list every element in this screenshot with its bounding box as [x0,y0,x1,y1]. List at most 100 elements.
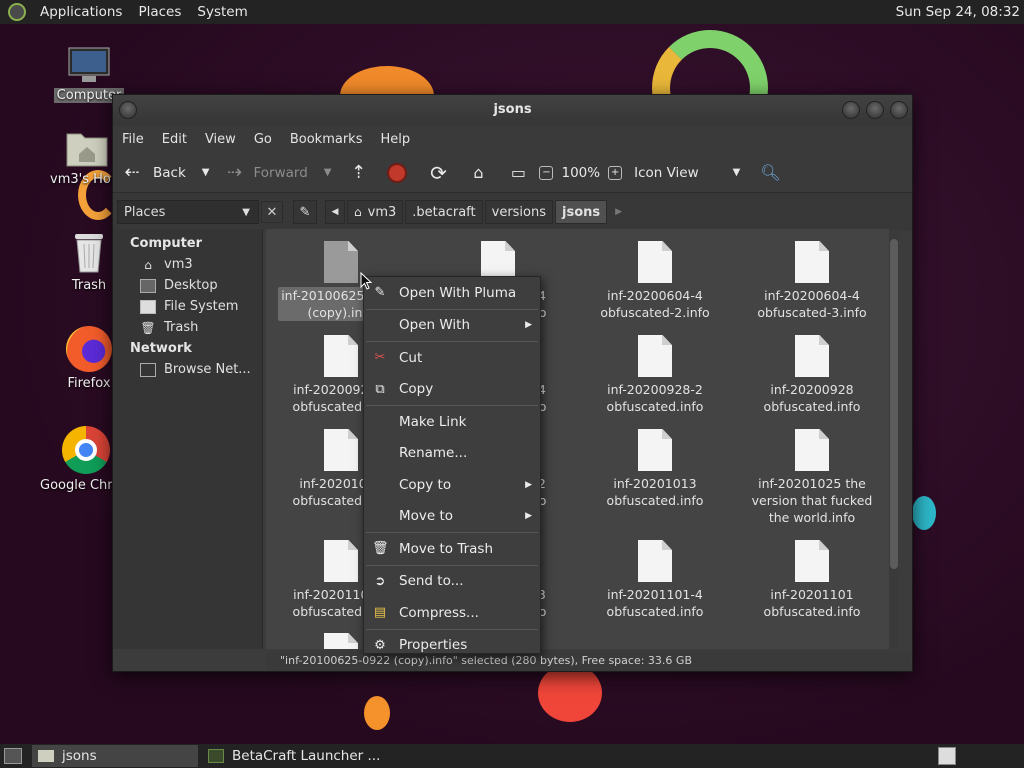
menu-edit[interactable]: Edit [153,132,196,147]
sidebar-item-label: Desktop [164,278,218,293]
menu-go[interactable]: Go [245,132,281,147]
sidebar-item-browse-network[interactable]: Browse Net... [113,359,262,380]
minimize-button[interactable] [842,101,860,119]
menu-item-properties[interactable]: ⚙ Properties [364,630,540,662]
computer-icon[interactable]: ▭ [507,163,529,182]
back-button[interactable]: ⇠ Back ▼ [121,162,209,183]
file-item[interactable]: inf-20200604-4 obfuscated-3.info [737,241,887,321]
file-item[interactable]: inf-20201101-4 obfuscated.info [580,540,730,620]
menu-item-compress[interactable]: ▤ Compress... [364,597,540,629]
view-mode-select[interactable]: Icon View ▼ [634,165,740,181]
places-selector[interactable]: Places ▼ [117,200,259,224]
file-name: obfuscated-3.info [757,305,867,320]
forward-button[interactable]: ⇢ Forward ▼ [223,162,332,183]
text-file-icon [324,429,358,471]
zoom-out-icon[interactable]: − [539,165,554,180]
menu-item-label: Copy [399,381,434,398]
show-desktop-icon[interactable] [4,748,22,764]
menu-item-send-to[interactable]: ➲ Send to... [364,566,540,598]
vertical-scrollbar[interactable] [889,229,899,649]
sidebar-item-desktop[interactable]: Desktop [113,275,262,296]
breadcrumb-jsons[interactable]: jsons [555,200,608,224]
file-item[interactable]: inf-20201013 obfuscated.info [580,429,730,509]
file-name: inf-20201025 the [758,476,866,491]
breadcrumb-left-arrow-icon[interactable]: ◀ [325,200,345,224]
text-file-icon [324,540,358,582]
text-file-icon [795,335,829,377]
menu-item-move-to-trash[interactable]: 🗑︎ Move to Trash [364,533,540,565]
copy-icon: ⧉ [375,381,385,397]
sidebar-item-file-system[interactable]: File System [113,296,262,317]
home-icon[interactable]: ⌂ [467,163,489,182]
menu-item-label: Properties [399,637,468,654]
breadcrumb-vm3[interactable]: ⌂ vm3 [347,200,404,224]
forward-arrow-icon: ⇢ [226,162,243,183]
system-menu[interactable]: System [189,4,255,20]
file-item[interactable]: inf-20200604-4 obfuscated-2.info [580,241,730,321]
chevron-down-icon: ▼ [732,167,741,178]
file-item[interactable]: inf-20200928 obfuscated.info [737,335,887,415]
forward-history-dropdown-icon[interactable]: ▼ [324,167,332,178]
text-file-icon [324,335,358,377]
network-icon [140,362,156,377]
window-titlebar[interactable]: jsons [113,95,912,125]
pluma-editor-icon: ✎ [374,285,386,301]
places-menu[interactable]: Places [130,4,189,20]
workspace-switcher-icon[interactable] [938,747,956,765]
breadcrumb-versions[interactable]: versions [484,200,554,224]
taskbar-item-jsons[interactable]: jsons [32,745,198,767]
menu-item-rename[interactable]: Rename... [364,438,540,470]
file-item[interactable]: inf-20201101 obfuscated.info [737,540,887,620]
forward-label: Forward [253,164,308,181]
sidebar-heading-network: Network [130,341,192,356]
mate-logo-icon[interactable] [8,3,26,21]
menu-view[interactable]: View [196,132,245,147]
file-name: obfuscated.info [606,493,704,508]
applications-menu[interactable]: Applications [32,4,130,20]
wallpaper-teal-shape [912,496,936,530]
file-item[interactable]: inf-20200928-2 obfuscated.info [580,335,730,415]
sidebar-item-trash[interactable]: 🗑︎ Trash [113,317,262,338]
zoom-in-icon[interactable]: + [608,165,623,180]
edit-location-icon[interactable]: ✎ [293,200,317,224]
window-menu-button[interactable] [119,101,137,119]
file-name: obfuscated.info [606,399,704,414]
status-bar: "inf-20100625-0922 (copy).info" selected… [266,651,911,671]
breadcrumb-right-arrow-icon[interactable]: ▶ [615,207,622,217]
close-button[interactable] [890,101,908,119]
taskbar-item-betacraft[interactable]: BetaCraft Launcher ... [202,745,386,767]
menu-item-cut[interactable]: ✂ Cut [364,342,540,374]
zoom-level[interactable]: 100% [561,165,600,181]
back-history-dropdown-icon[interactable]: ▼ [202,167,210,178]
close-sidebar-icon[interactable]: ✕ [261,201,283,223]
sidebar-item-vm3[interactable]: ⌂ vm3 [113,254,262,275]
betacraft-app-icon [208,749,224,763]
trash-icon [69,230,109,274]
menu-item-move-to[interactable]: Move to ▶ [364,501,540,533]
clock[interactable]: Sun Sep 24, 08:32 [896,4,1020,20]
send-icon: ➲ [374,573,386,589]
stop-icon[interactable] [387,162,408,183]
search-icon[interactable]: 🔍︎ [760,163,780,182]
file-icon-view[interactable]: inf-20100625-0922 (copy).info inf-2020060… [266,229,899,649]
desktop-icon [140,278,156,293]
menu-item-label: Make Link [399,413,467,430]
menu-item-open-with[interactable]: Open With ▶ [364,310,540,342]
menu-help[interactable]: Help [371,132,419,147]
menu-file[interactable]: File [113,132,153,147]
menu-item-label: Move to Trash [399,540,494,557]
menu-item-make-link[interactable]: Make Link [364,406,540,438]
breadcrumb-betacraft[interactable]: .betacraft [405,200,483,224]
menu-bookmarks[interactable]: Bookmarks [281,132,372,147]
up-arrow-icon[interactable]: ⇡ [347,162,369,183]
menu-item-open-with-pluma[interactable]: ✎ Open With Pluma [364,277,540,309]
maximize-button[interactable] [866,101,884,119]
menu-item-copy[interactable]: ⧉ Copy [364,374,540,406]
reload-icon[interactable]: ⟳ [427,161,449,185]
scrollbar-thumb[interactable] [890,239,898,569]
menu-item-copy-to[interactable]: Copy to ▶ [364,469,540,501]
menu-item-label: Copy to [399,476,452,493]
file-item[interactable]: inf-20201025 the version that fucked the w… [737,429,887,526]
location-bar: Places ▼ ✕ ✎ ◀ ⌂ vm3 .betacraft versions… [113,193,912,231]
menu-item-label: Send to... [399,573,464,590]
